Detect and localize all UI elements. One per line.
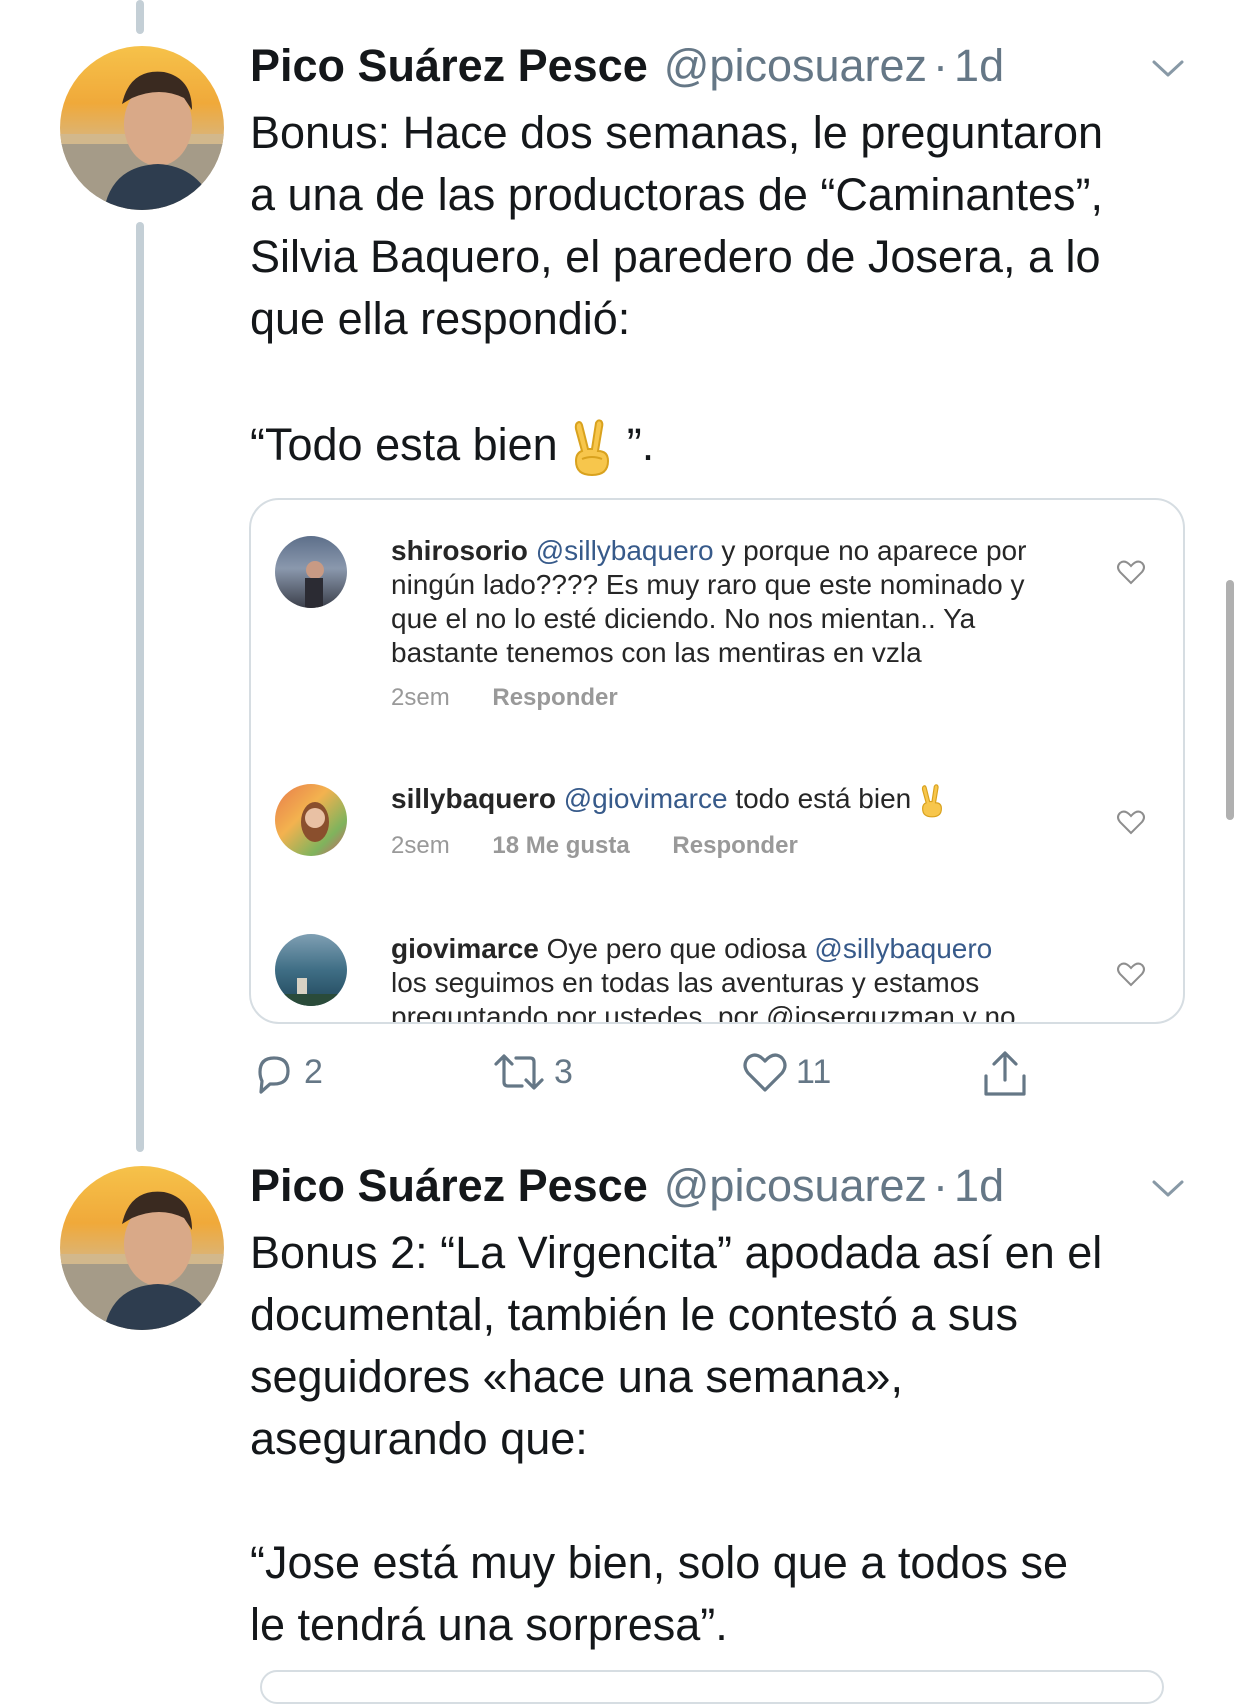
comment-text-line: que el no lo esté diciendo. No nos mient…	[391, 603, 976, 634]
tweet-text-line: seguidores «hace una semana»,	[250, 1351, 903, 1402]
reply-icon	[258, 1056, 290, 1094]
heart-icon[interactable]	[1115, 806, 1147, 838]
author-name[interactable]: Pico Suárez Pesce	[250, 1160, 648, 1212]
tweet-header: Pico Suárez Pesce @picosuarez · 1d	[250, 1160, 1004, 1220]
avatar-photo	[60, 71, 224, 210]
quote-prefix: “Todo esta bien	[250, 419, 558, 470]
tweet-actions: 2 3 11	[250, 1048, 1150, 1104]
comment-time: 2sem	[391, 684, 450, 711]
quote-suffix: ”.	[626, 419, 655, 470]
tweet-quote-line: “Jose está muy bien, solo que a todos se	[250, 1537, 1068, 1588]
comment-text-line: preguntando por ustedes, por @joserguzma…	[391, 1001, 1016, 1024]
reply-link[interactable]: Responder	[672, 832, 797, 859]
retweet-button[interactable]: 3	[490, 1048, 573, 1096]
comment-username[interactable]: sillybaquero	[391, 783, 556, 814]
victory-hand-icon	[575, 419, 610, 477]
reply-count: 2	[304, 1052, 323, 1091]
victory-hand-icon	[921, 783, 942, 818]
like-icon	[743, 1053, 787, 1092]
comment-mention[interactable]: @sillybaquero	[814, 933, 992, 964]
tweet-text: Bonus 2: “La Virgencita” apodada así en …	[250, 1222, 1190, 1656]
comment-time: 2sem	[391, 832, 450, 859]
avatar[interactable]	[60, 46, 224, 210]
commenter-avatar	[275, 536, 347, 608]
comment-mention[interactable]: @sillybaquero	[536, 535, 714, 566]
tweet-quote: “Todo esta bien ”.	[250, 414, 1190, 477]
tweet-text-line: Bonus 2: “La Virgencita” apodada así en …	[250, 1227, 1103, 1278]
thread-line-top	[136, 0, 144, 34]
retweet-count: 3	[554, 1052, 573, 1091]
author-handle[interactable]: @picosuarez	[664, 1160, 927, 1212]
comment-text-part: y porque no aparece por	[721, 535, 1027, 566]
comment-username[interactable]: shirosorio	[391, 535, 528, 566]
chevron-down-icon[interactable]	[1148, 48, 1188, 88]
avatar-photo	[60, 1191, 224, 1330]
scrollbar[interactable]	[1226, 580, 1234, 820]
heart-icon[interactable]	[1115, 958, 1147, 990]
comment-text: sillybaquero @giovimarce todo está bien	[391, 782, 1091, 818]
tweet-text-line: Silvia Baquero, el paredero de Josera, a…	[250, 231, 1101, 282]
timestamp[interactable]: 1d	[954, 1160, 1004, 1212]
comment-text-line: ningún lado???? Es muy raro que este nom…	[391, 569, 1025, 600]
tweet-quote-line: le tendrá una sorpresa”.	[250, 1599, 728, 1650]
embedded-image[interactable]: shirosorio @sillybaquero y porque no apa…	[249, 498, 1185, 1024]
commenter-avatar	[275, 784, 347, 856]
comment-meta: 2sem Responder	[391, 684, 654, 712]
comment-text-part: todo está bien	[735, 783, 912, 814]
comment: giovimarce Oye pero que odiosa @sillybaq…	[275, 932, 1155, 1024]
like-count: 11	[796, 1052, 832, 1091]
tweet-text-line: Bonus: Hace dos semanas, le preguntaron	[250, 107, 1104, 158]
commenter-avatar	[275, 934, 347, 1006]
tweet-header: Pico Suárez Pesce @picosuarez · 1d	[250, 40, 1004, 100]
reply-link[interactable]: Responder	[492, 684, 617, 711]
author-handle[interactable]: @picosuarez	[664, 40, 927, 92]
embedded-image[interactable]	[260, 1670, 1164, 1704]
comment-mention[interactable]: @giovimarce	[564, 783, 728, 814]
thread-line	[136, 222, 144, 1152]
reply-button[interactable]: 2	[250, 1048, 323, 1096]
comment-username[interactable]: giovimarce	[391, 933, 539, 964]
comment-text: shirosorio @sillybaquero y porque no apa…	[391, 534, 1091, 670]
separator-dot: ·	[933, 40, 949, 91]
like-button[interactable]: 11	[740, 1048, 831, 1096]
retweet-icon	[494, 1054, 544, 1090]
comment-meta: 2sem 18 Me gusta Responder	[391, 832, 834, 860]
comment: shirosorio @sillybaquero y porque no apa…	[275, 534, 1155, 714]
author-name[interactable]: Pico Suárez Pesce	[250, 40, 648, 92]
share-icon	[984, 1051, 1026, 1096]
share-button[interactable]	[980, 1048, 1030, 1100]
comment: sillybaquero @giovimarce todo está bien …	[275, 782, 1155, 882]
comment-likes[interactable]: 18 Me gusta	[492, 832, 629, 859]
comment-text: giovimarce Oye pero que odiosa @sillybaq…	[391, 932, 1091, 1024]
chevron-down-icon[interactable]	[1148, 1168, 1188, 1208]
comment-text-part: Oye pero que odiosa	[546, 933, 807, 964]
tweet-text-line: documental, también le contestó a sus	[250, 1289, 1018, 1340]
comment-text-line: los seguimos en todas las aventuras y es…	[391, 967, 980, 998]
tweet-text-line: que ella respondió:	[250, 293, 631, 344]
separator-dot: ·	[933, 1160, 949, 1211]
comment-text-line: bastante tenemos con las mentiras en vzl…	[391, 637, 922, 668]
tweet-text-line: a una de las productoras de “Caminantes”…	[250, 169, 1103, 220]
tweet-text: Bonus: Hace dos semanas, le preguntaron …	[250, 102, 1190, 477]
heart-icon[interactable]	[1115, 556, 1147, 588]
tweet-text-line: asegurando que:	[250, 1413, 588, 1464]
timestamp[interactable]: 1d	[954, 40, 1004, 92]
avatar[interactable]	[60, 1166, 224, 1330]
